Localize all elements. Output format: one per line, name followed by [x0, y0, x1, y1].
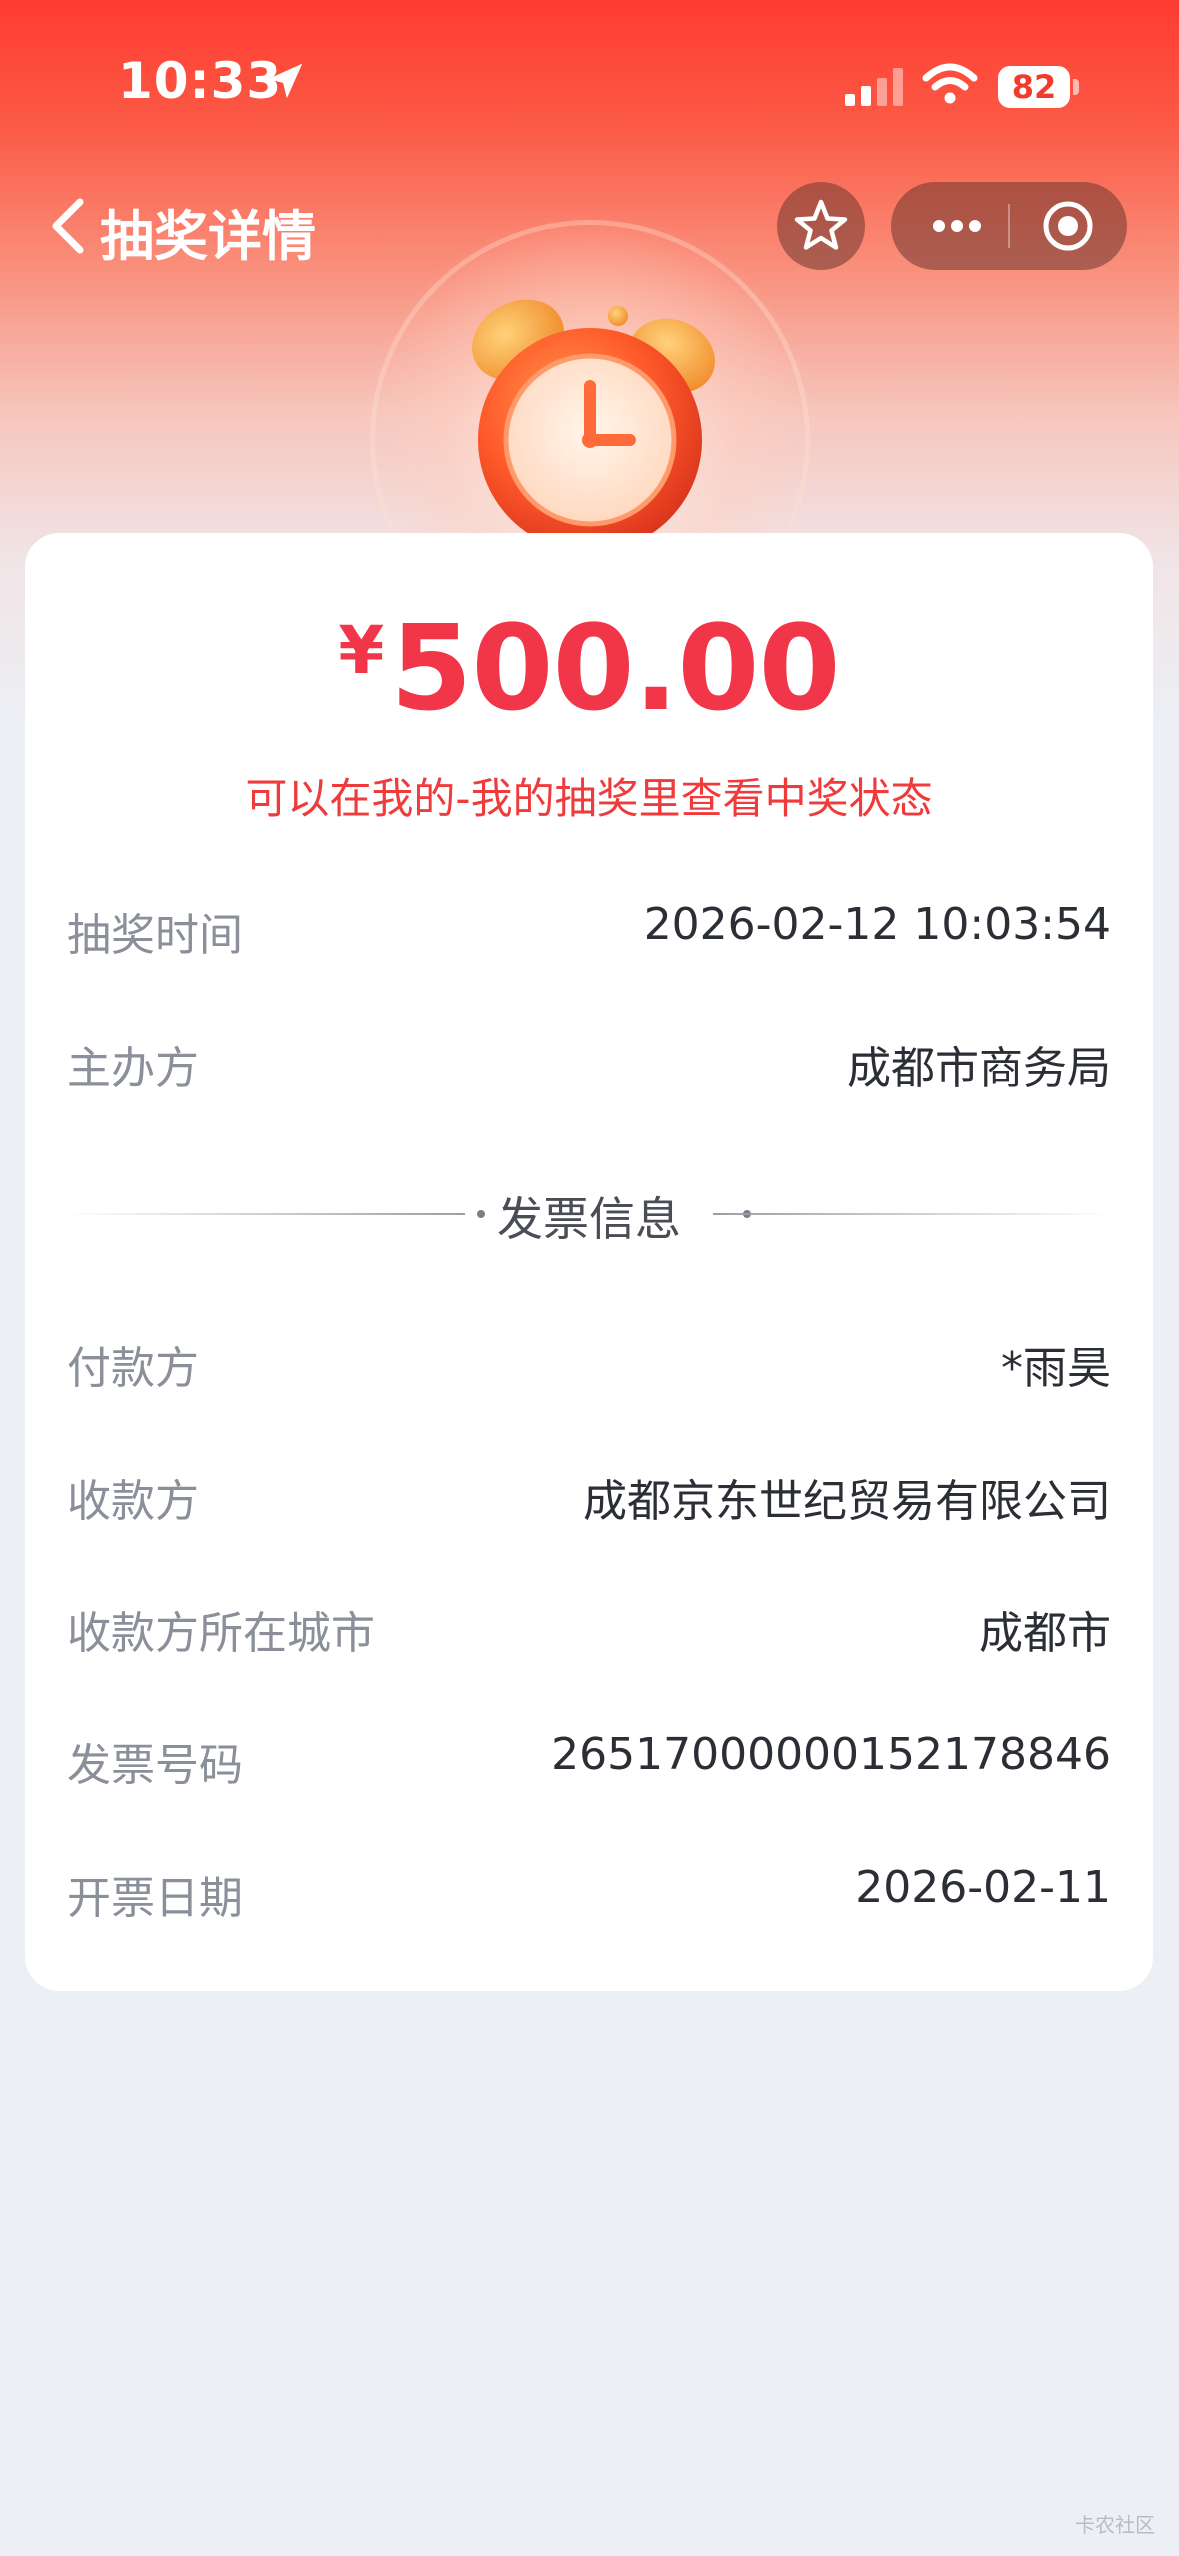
invoice-label: 收款方 — [67, 1476, 199, 1527]
watermark: 卡农社区 — [1075, 2513, 1155, 2537]
favorite-button[interactable] — [777, 182, 865, 270]
capsule-divider — [1008, 204, 1010, 248]
invoice-value: *雨昊 — [1001, 1343, 1111, 1394]
invoice-row-number: 发票号码 26517000000152178846 — [67, 1729, 1111, 1791]
invoice-row-payee-city: 收款方所在城市 成都市 — [67, 1597, 1111, 1659]
prize-amount: ¥500.00 — [25, 599, 1153, 737]
invoice-value: 2026-02-11 — [855, 1862, 1111, 1913]
target-icon[interactable] — [1022, 192, 1114, 260]
detail-value: 成都市商务局 — [847, 1043, 1111, 1094]
wifi-icon — [922, 63, 978, 104]
amount-value: 500.00 — [390, 599, 840, 737]
invoice-section-title: 发票信息 — [497, 1192, 681, 1246]
prize-card: ¥500.00 可以在我的-我的抽奖里查看中奖状态 抽奖时间 2026-02-1… — [25, 533, 1153, 1991]
prize-notice: 可以在我的-我的抽奖里查看中奖状态 — [245, 774, 933, 823]
page-title: 抽奖详情 — [100, 205, 316, 268]
invoice-label: 付款方 — [67, 1343, 199, 1394]
status-time: 10:33 — [118, 52, 283, 110]
invoice-value: 成都市 — [979, 1608, 1111, 1659]
detail-row-draw-time: 抽奖时间 2026-02-12 10:03:54 — [67, 899, 1111, 961]
mini-program-capsule — [891, 182, 1127, 270]
divider-line-right — [713, 1213, 1113, 1215]
invoice-row-payee: 收款方 成都京东世纪贸易有限公司 — [67, 1465, 1111, 1527]
detail-label: 主办方 — [67, 1043, 199, 1094]
invoice-row-payer: 付款方 *雨昊 — [67, 1332, 1111, 1394]
detail-value: 2026-02-12 10:03:54 — [643, 899, 1111, 950]
more-icon[interactable] — [909, 192, 1001, 260]
invoice-label: 发票号码 — [67, 1740, 243, 1791]
invoice-value: 成都京东世纪贸易有限公司 — [583, 1476, 1111, 1527]
invoice-section-header: 发票信息 — [65, 1183, 1113, 1246]
detail-row-organizer: 主办方 成都市商务局 — [67, 1032, 1111, 1094]
invoice-row-date: 开票日期 2026-02-11 — [67, 1862, 1111, 1924]
location-arrow-icon — [267, 63, 303, 99]
alarm-clock-icon — [472, 299, 715, 552]
signal-icon — [845, 68, 903, 106]
invoice-value: 26517000000152178846 — [551, 1729, 1111, 1780]
currency-symbol: ¥ — [338, 612, 385, 689]
battery-icon: 82 — [998, 66, 1080, 108]
star-icon — [794, 199, 848, 250]
battery-percent: 82 — [1011, 68, 1057, 106]
invoice-label: 收款方所在城市 — [67, 1608, 375, 1659]
invoice-label: 开票日期 — [67, 1873, 243, 1924]
chevron-left-icon[interactable] — [44, 196, 94, 256]
detail-label: 抽奖时间 — [67, 910, 243, 961]
battery-nub — [1073, 79, 1079, 95]
